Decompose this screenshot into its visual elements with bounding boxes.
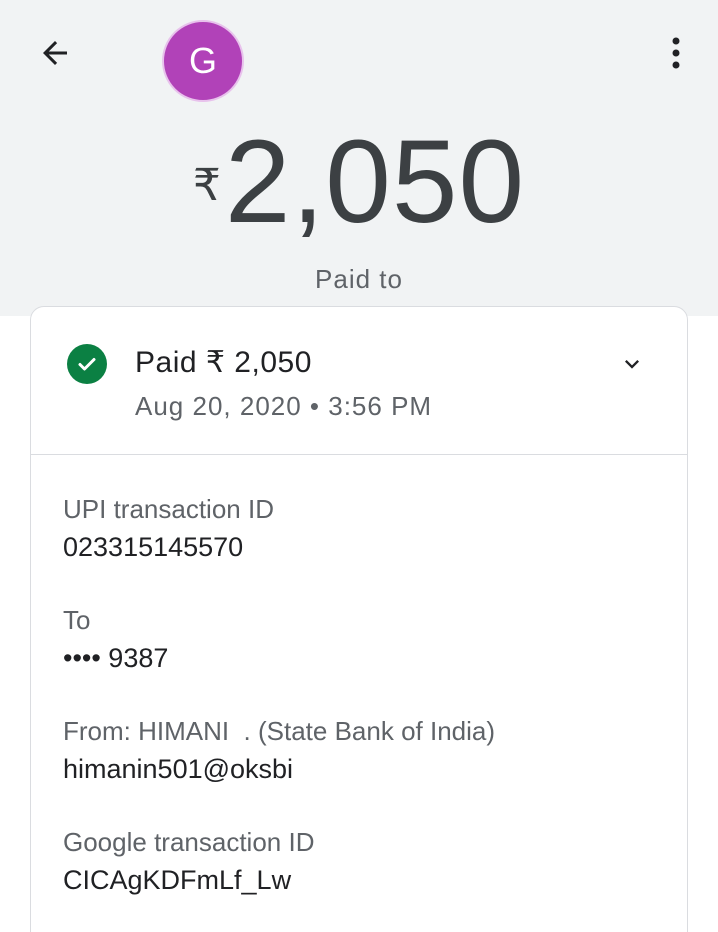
detail-upi-transaction-id: UPI transaction ID 023315145570	[63, 491, 663, 567]
avatar: G	[162, 20, 244, 102]
more-options-button[interactable]	[654, 30, 698, 76]
status-date: Aug 20, 2020 • 3:56 PM	[135, 391, 433, 421]
avatar-letter: G	[188, 40, 217, 81]
amount-value: 2,050	[224, 116, 526, 248]
status-row[interactable]: Paid ₹ 2,050 Aug 20, 2020 • 3:56 PM	[31, 307, 687, 455]
detail-label: Google transaction ID	[63, 827, 315, 857]
detail-value: himanin501@oksbi	[63, 754, 294, 784]
detail-label: UPI transaction ID	[63, 494, 274, 524]
amount-display: ₹ 2,050	[0, 116, 718, 248]
chevron-down-icon	[625, 360, 639, 369]
currency-symbol: ₹	[192, 161, 221, 210]
detail-label: From: HIMANI . (State Bank of India)	[63, 716, 496, 746]
detail-from: From: HIMANI . (State Bank of India) him…	[63, 713, 663, 789]
transaction-card: Paid ₹ 2,050 Aug 20, 2020 • 3:56 PM UPI …	[30, 306, 688, 932]
paid-to-label: Paid to	[315, 264, 403, 294]
check-circle-icon	[67, 344, 107, 384]
status-title: Paid ₹ 2,050	[135, 346, 312, 379]
detail-value: CICAgKDFmLf_Lw	[63, 865, 292, 895]
back-arrow-icon	[43, 41, 67, 65]
detail-value: •••• 9387	[63, 643, 169, 673]
detail-to: To •••• 9387	[63, 602, 663, 678]
detail-google-transaction-id: Google transaction ID CICAgKDFmLf_Lw	[63, 824, 663, 900]
back-button[interactable]	[30, 30, 80, 76]
detail-label: To	[63, 605, 91, 635]
expand-button[interactable]	[615, 347, 649, 381]
more-vert-icon	[672, 37, 680, 69]
detail-value: 023315145570	[63, 532, 244, 562]
